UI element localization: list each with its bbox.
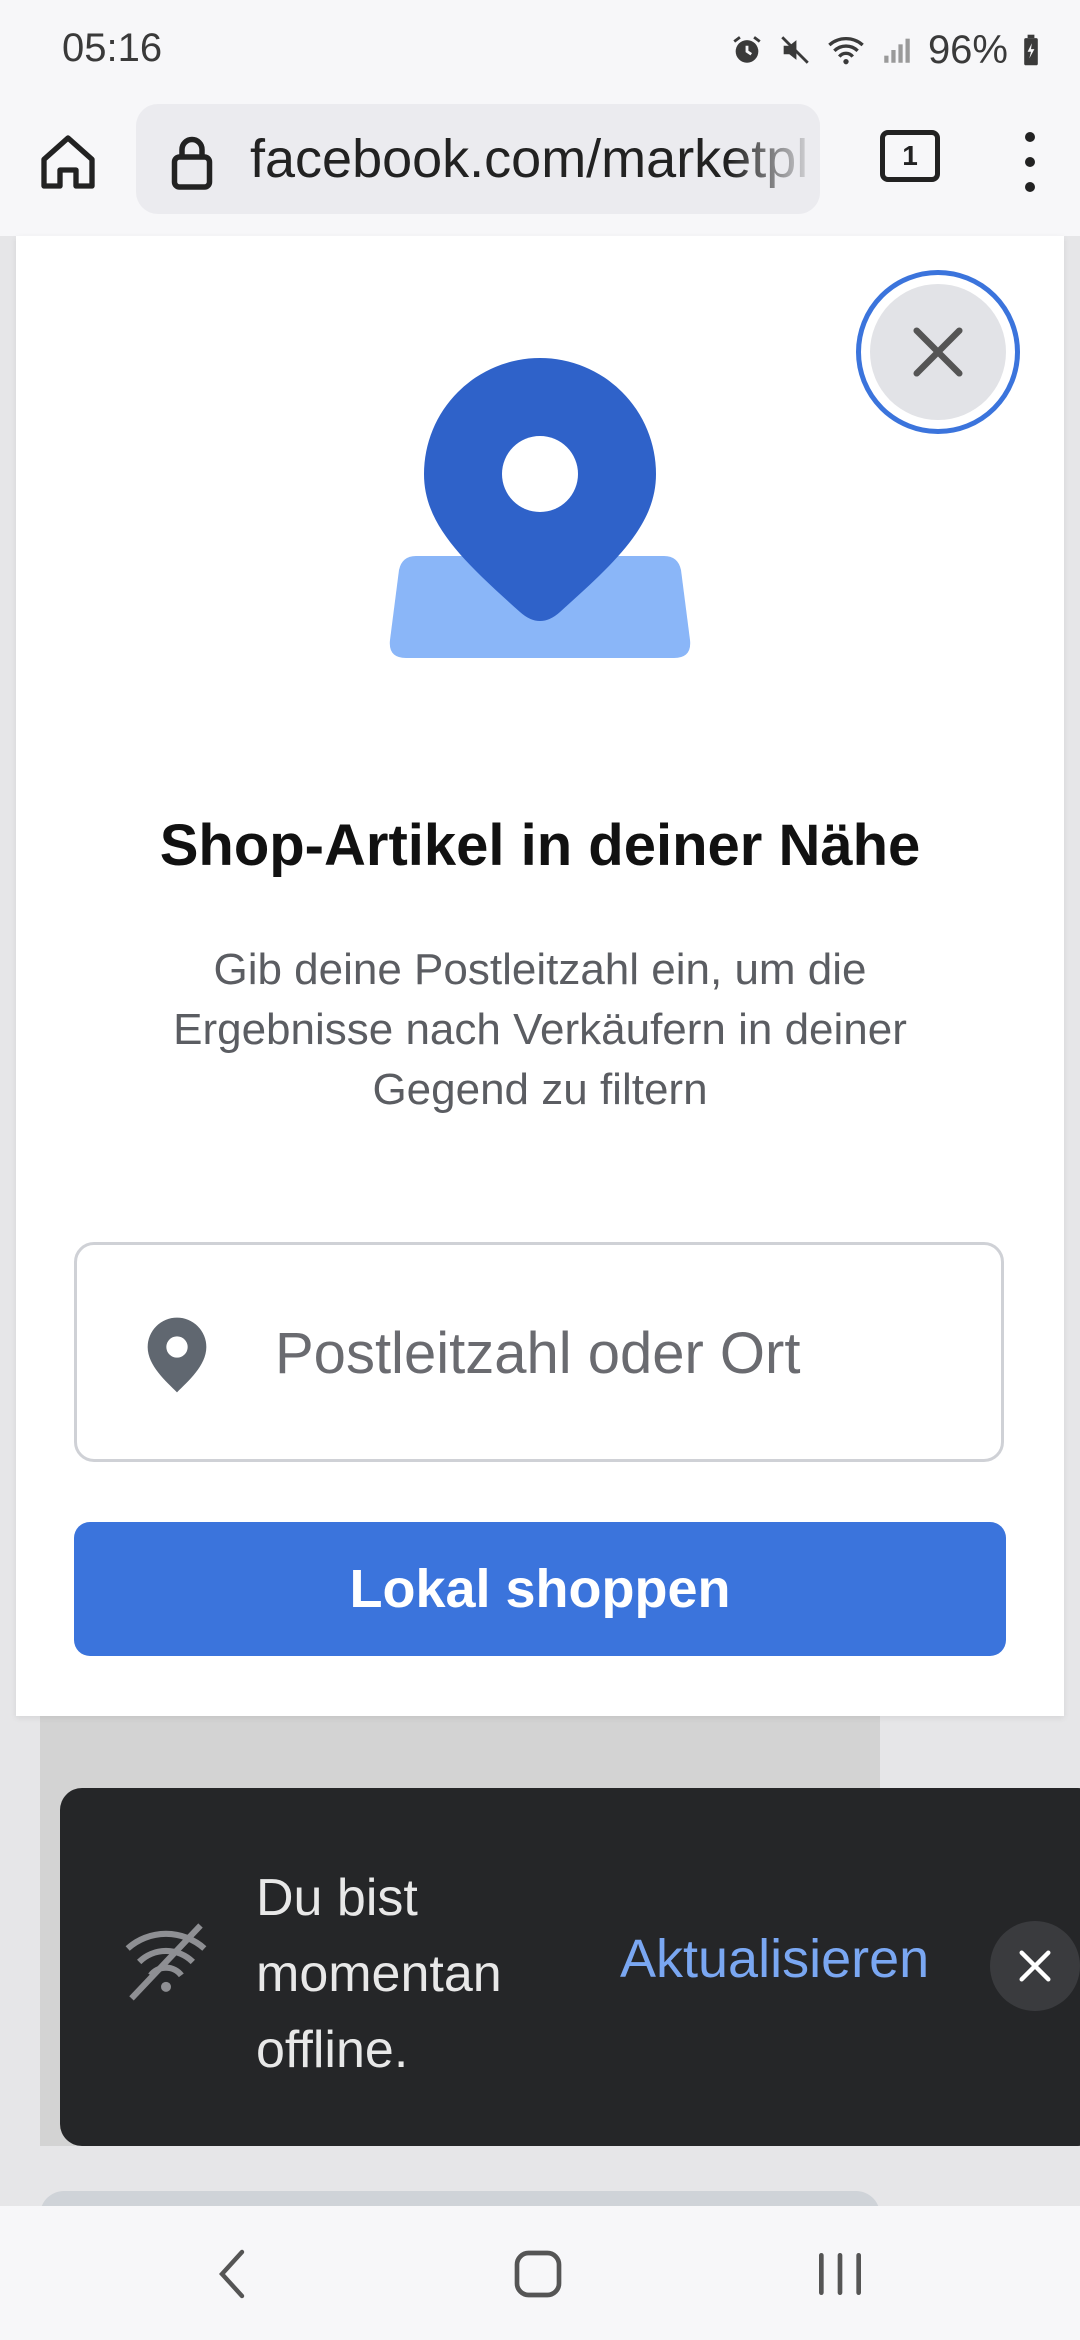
location-pin-icon [147, 1317, 207, 1393]
url-text: facebook.com/marketpl [250, 129, 809, 189]
lock-icon [171, 136, 213, 190]
more-icon-dot [1025, 157, 1035, 167]
status-time: 05:16 [62, 26, 163, 70]
zip-input[interactable] [273, 1297, 957, 1409]
close-button-circle [870, 284, 1006, 420]
refresh-link[interactable]: Aktualisieren [620, 1928, 929, 1990]
url-fade [730, 104, 820, 214]
pin-hole [502, 436, 578, 512]
zip-field[interactable] [74, 1242, 1004, 1462]
status-bar: 05:16 96% [0, 0, 1080, 100]
more-menu-button[interactable] [1010, 132, 1050, 192]
battery-icon [1024, 34, 1038, 66]
close-icon [913, 327, 963, 377]
close-icon [1019, 1950, 1051, 1982]
status-icons: 96% [730, 26, 1040, 74]
system-nav-bar [0, 2206, 1080, 2340]
home-icon[interactable] [510, 2246, 566, 2302]
dialog-title: Shop-Artikel in deiner Nähe [159, 813, 921, 878]
browser-toolbar: facebook.com/marketpl 1 [0, 100, 1080, 237]
wifi-icon [828, 37, 864, 65]
back-icon[interactable] [210, 2246, 258, 2302]
home-icon [41, 135, 95, 189]
wifi-off-icon [125, 1923, 207, 2001]
tab-count: 1 [902, 140, 918, 171]
alarm-icon [733, 36, 761, 63]
mute-icon [781, 36, 809, 64]
snackbar-close-button[interactable] [990, 1921, 1080, 2011]
address-bar[interactable]: facebook.com/marketpl [136, 104, 820, 214]
browser-home-button[interactable] [32, 126, 104, 198]
location-pin-illustration [389, 358, 691, 658]
shop-local-button[interactable]: Lokal shoppen [74, 1522, 1006, 1656]
signal-icon [884, 38, 910, 63]
more-icon-dot [1025, 132, 1035, 142]
offline-snackbar: Du bist momentan offline. Aktualisieren [60, 1788, 1080, 2146]
recents-icon[interactable] [812, 2250, 868, 2298]
dialog-description: Gib deine Postleitzahl ein, um die Ergeb… [173, 945, 907, 1114]
dialog-close-button[interactable] [856, 270, 1020, 434]
more-icon-dot [1025, 182, 1035, 192]
offline-message: Du bist momentan offline. [256, 1869, 502, 2079]
battery-percent: 96% [927, 27, 1008, 72]
shop-local-label: Lokal shoppen [349, 1559, 731, 1619]
tabs-button[interactable]: 1 [880, 130, 940, 182]
